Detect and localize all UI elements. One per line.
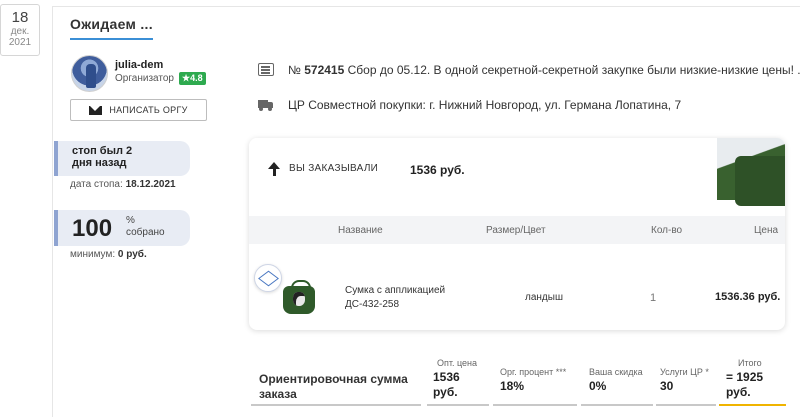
purchase-number: 572415 bbox=[304, 63, 345, 77]
item-qty: 1 bbox=[650, 292, 657, 304]
purchase-number-prefix: № bbox=[288, 63, 301, 77]
order-card: ВЫ ЗАКАЗЫВАЛИ 1536 руб. Название Размер/… bbox=[249, 138, 785, 330]
item-price: 1536.36 руб. bbox=[715, 291, 781, 303]
purchase-title-link[interactable]: № 572415 Сбор до 05.12. В одной секретно… bbox=[288, 63, 800, 77]
column-qty: Кол-во bbox=[651, 225, 683, 236]
order-item-row: Сумка с аппликацией ДС-432-258 ландыш 1 … bbox=[249, 244, 785, 330]
column-price: Цена bbox=[754, 225, 779, 236]
organizer-rating-badge: ★4.8 bbox=[179, 72, 206, 85]
date-day: 18 bbox=[11, 9, 29, 26]
stop-date-label: дата стопа: bbox=[70, 179, 123, 190]
total-line1: = 1925 bbox=[726, 370, 764, 384]
opt-price-label: Опт. цена bbox=[437, 358, 478, 368]
pickup-address: ЦР Совместной покупки: г. Нижний Новгоро… bbox=[288, 98, 682, 112]
minimum-amount: минимум: 0 руб. bbox=[70, 249, 147, 260]
item-size: ландыш bbox=[525, 292, 563, 303]
date-year: 2021 bbox=[8, 37, 32, 48]
ordered-label: ВЫ ЗАКАЗЫВАЛИ bbox=[289, 163, 379, 174]
discount-underline bbox=[581, 404, 653, 406]
discount-value: 0% bbox=[589, 379, 607, 393]
minimum-value: 0 руб. bbox=[117, 249, 147, 260]
stop-line1: стоп был 2 bbox=[72, 145, 133, 157]
write-organizer-button[interactable]: НАПИСАТЬ ОРГУ bbox=[70, 99, 207, 121]
summary-title-line2: заказа bbox=[259, 387, 297, 401]
summary-services: Услуги ЦР * 30 bbox=[660, 367, 709, 394]
opt-price-line1: 1536 bbox=[433, 370, 460, 384]
collected-label: собрано bbox=[126, 227, 165, 238]
column-size: Размер/Цвет bbox=[486, 225, 546, 236]
organizer-avatar[interactable] bbox=[71, 55, 108, 92]
stop-line2: дня назад bbox=[72, 157, 127, 169]
stop-info-box: стоп был 2 дня назад bbox=[54, 141, 190, 176]
services-underline bbox=[656, 404, 716, 406]
summary-title-line1: Ориентировочная сумма bbox=[259, 372, 408, 386]
collected-percent-sign: % bbox=[126, 215, 135, 226]
order-summary: Ориентировочная сумма заказа Опт. цена 1… bbox=[251, 358, 786, 417]
item-thumbnail[interactable] bbox=[283, 280, 315, 314]
services-value: 30 bbox=[660, 379, 674, 393]
collected-box: 100 % собрано bbox=[54, 210, 190, 246]
item-article: ДС-432-258 bbox=[345, 299, 400, 310]
date-badge: 18 дек. 2021 bbox=[0, 4, 40, 56]
ordered-header[interactable]: ВЫ ЗАКАЗЫВАЛИ 1536 руб. bbox=[249, 138, 785, 216]
organizer-name[interactable]: julia-dem bbox=[115, 59, 163, 71]
summary-title: Ориентировочная сумма заказа bbox=[259, 372, 408, 402]
stop-date-value: 18.12.2021 bbox=[125, 179, 176, 190]
discount-label: Ваша скидка bbox=[589, 367, 643, 377]
item-name-line1: Сумка с аппликацией bbox=[345, 285, 446, 296]
opt-price-underline bbox=[427, 404, 489, 406]
organizer-role: Организатор bbox=[115, 73, 174, 84]
date-month: дек. bbox=[10, 26, 30, 37]
order-table-header: Название Размер/Цвет Кол-во Цена bbox=[249, 216, 785, 244]
product-preview-image bbox=[717, 138, 785, 206]
stop-date: дата стопа: 18.12.2021 bbox=[70, 179, 176, 190]
summary-total: Итого = 1925 руб. bbox=[726, 358, 763, 400]
summary-discount: Ваша скидка 0% bbox=[589, 367, 643, 394]
org-percent-value: 18% bbox=[500, 379, 525, 393]
ordered-sum: 1536 руб. bbox=[410, 163, 465, 177]
total-underline bbox=[719, 404, 786, 406]
summary-org-percent: Орг. процент *** 18% bbox=[500, 367, 566, 394]
org-percent-underline bbox=[493, 404, 577, 406]
arrow-up-icon bbox=[268, 162, 280, 176]
column-name: Название bbox=[338, 225, 383, 236]
item-name[interactable]: Сумка с аппликацией ДС-432-258 bbox=[345, 284, 445, 312]
package-icon bbox=[254, 264, 282, 292]
minimum-label: минимум: bbox=[70, 249, 116, 260]
write-organizer-label: НАПИСАТЬ ОРГУ bbox=[109, 105, 188, 115]
document-list-icon bbox=[258, 63, 274, 76]
org-percent-label: Орг. процент *** bbox=[500, 367, 567, 377]
opt-price-line2: руб. bbox=[433, 385, 458, 399]
total-line2: руб. bbox=[726, 385, 751, 399]
summary-opt-price: Опт. цена 1536 руб. bbox=[433, 358, 477, 400]
truck-icon bbox=[258, 100, 274, 111]
purchase-title: Сбор до 05.12. В одной секретной-секретн… bbox=[347, 63, 800, 77]
services-label: Услуги ЦР * bbox=[660, 367, 709, 377]
collected-value: 100 bbox=[72, 215, 113, 242]
envelope-icon bbox=[89, 105, 103, 115]
summary-title-underline bbox=[251, 404, 421, 406]
status-title: Ожидаем ... bbox=[70, 16, 153, 40]
total-label: Итого bbox=[738, 358, 762, 368]
